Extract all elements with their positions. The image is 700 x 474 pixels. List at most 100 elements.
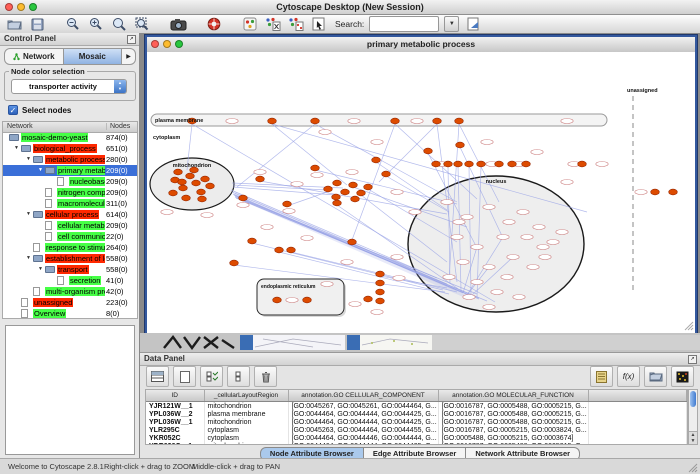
- network-node-unfilled[interactable]: [491, 290, 503, 295]
- network-node[interactable]: [364, 184, 373, 190]
- open-icon[interactable]: [5, 16, 23, 32]
- network-node-unfilled[interactable]: [457, 260, 469, 265]
- network-label[interactable]: Overview: [33, 309, 66, 318]
- network-node-unfilled[interactable]: [453, 220, 465, 225]
- network-node[interactable]: [206, 183, 215, 189]
- table-row[interactable]: YDR039C__1mitochondrion[GO:0044464, GO:0…: [146, 442, 687, 445]
- network-node[interactable]: [303, 297, 312, 303]
- network-node[interactable]: [522, 161, 531, 167]
- attribute-batch-icon[interactable]: [590, 366, 613, 387]
- network-node[interactable]: [456, 142, 465, 148]
- minimize-icon[interactable]: [17, 3, 25, 11]
- tree-row[interactable]: multi-organism pro42(0): [3, 286, 137, 297]
- expand-arrow-icon[interactable]: ▼: [38, 266, 43, 272]
- annotation-icon[interactable]: [310, 16, 328, 32]
- network-node-unfilled[interactable]: [517, 210, 529, 215]
- tree-row[interactable]: ▼establishment of lo558(0): [3, 253, 137, 264]
- window-resize-grip[interactable]: [688, 463, 698, 473]
- network-node[interactable]: [169, 190, 178, 196]
- expand-arrow-icon[interactable]: ▼: [14, 145, 19, 151]
- scrollbar-thumb[interactable]: [690, 391, 696, 407]
- network-node-unfilled[interactable]: [533, 225, 545, 230]
- expand-arrow-icon[interactable]: ▼: [26, 255, 31, 261]
- network-node-unfilled[interactable]: [291, 182, 303, 187]
- network-label[interactable]: multi-organism pro: [45, 287, 105, 296]
- network-node[interactable]: [182, 195, 191, 201]
- network-node-unfilled[interactable]: [341, 260, 353, 265]
- close-icon[interactable]: [5, 3, 13, 11]
- table-scrollbar[interactable]: ▲▼: [688, 389, 698, 445]
- table-row[interactable]: YPL036W__2plasma membrane[GO:0044464, GO…: [146, 410, 687, 418]
- network-node[interactable]: [324, 186, 333, 192]
- network-node-unfilled[interactable]: [481, 140, 493, 145]
- tree-row[interactable]: response to stimulu264(0): [3, 242, 137, 253]
- network-edge[interactable]: [233, 185, 327, 190]
- delete-attribute-icon[interactable]: [254, 366, 277, 387]
- network-node-unfilled[interactable]: [471, 245, 483, 250]
- network-node-unfilled[interactable]: [371, 310, 383, 315]
- tree-row[interactable]: secretion41(0): [3, 275, 137, 286]
- table-row[interactable]: YLR295Ccytoplasm[GO:0045263, GO:0044464,…: [146, 426, 687, 434]
- network-node[interactable]: [348, 239, 357, 245]
- network-node-unfilled[interactable]: [261, 225, 273, 230]
- network-node[interactable]: [333, 180, 342, 186]
- network-node-unfilled[interactable]: [501, 275, 513, 280]
- network-node-unfilled[interactable]: [471, 280, 483, 285]
- network-label[interactable]: cellular process: [45, 210, 99, 219]
- network-node-unfilled[interactable]: [254, 170, 266, 175]
- network-node[interactable]: [376, 271, 385, 277]
- network-node[interactable]: [273, 297, 282, 303]
- unselect-attributes-icon[interactable]: [227, 366, 250, 387]
- network-edge[interactable]: [237, 124, 315, 187]
- network-label[interactable]: nitrogen compo: [57, 188, 105, 197]
- network-edge[interactable]: [287, 192, 327, 206]
- network-label[interactable]: biological_process: [33, 144, 97, 153]
- tree-row[interactable]: nitrogen compo209(0): [3, 187, 137, 198]
- table-row[interactable]: YPL036W__1mitochondrion[GO:0044464, GO:0…: [146, 418, 687, 426]
- table-row[interactable]: YJR121W__1mitochondrion[GO:0045267, GO:0…: [146, 402, 687, 411]
- scrollbar-arrows[interactable]: ▲▼: [689, 431, 697, 444]
- network-node[interactable]: [444, 161, 453, 167]
- network-node[interactable]: [433, 118, 442, 124]
- network-node-unfilled[interactable]: [503, 220, 515, 225]
- network-node[interactable]: [287, 247, 296, 253]
- select-nodes-checkbox[interactable]: ✓: [8, 105, 18, 115]
- expand-arrow-icon[interactable]: ▼: [26, 211, 31, 217]
- tree-row[interactable]: cellular metabo209(0): [3, 220, 137, 231]
- network-node-unfilled[interactable]: [521, 235, 533, 240]
- network-edge[interactable]: [272, 124, 347, 185]
- network-node-unfilled[interactable]: [556, 230, 568, 235]
- network-node[interactable]: [495, 161, 504, 167]
- network-node[interactable]: [197, 189, 206, 195]
- network-node-unfilled[interactable]: [348, 119, 360, 124]
- network-node[interactable]: [376, 298, 385, 304]
- tree-row[interactable]: cell communicat22(0): [3, 231, 137, 242]
- column-header[interactable]: annotation.GO MOLECULAR_FUNCTION: [438, 390, 588, 402]
- network-node[interactable]: [248, 238, 257, 244]
- network-overview-panel[interactable]: [5, 325, 135, 455]
- network-node[interactable]: [268, 118, 277, 124]
- app-titlebar[interactable]: Cytoscape Desktop (New Session): [0, 0, 700, 15]
- apply-layout-icon[interactable]: [264, 16, 282, 32]
- network-node[interactable]: [454, 161, 463, 167]
- network-label[interactable]: establishment of lo: [45, 254, 105, 263]
- network-node-unfilled[interactable]: [483, 305, 495, 310]
- close-icon[interactable]: [151, 40, 159, 48]
- canvas-resize-grip[interactable]: [685, 322, 693, 330]
- network-node-unfilled[interactable]: [596, 162, 608, 167]
- network-node[interactable]: [275, 247, 284, 253]
- network-node[interactable]: [477, 161, 486, 167]
- tree-row[interactable]: Overview8(0): [3, 308, 137, 319]
- network-node-unfilled[interactable]: [531, 150, 543, 155]
- tab-network[interactable]: Network: [5, 49, 64, 64]
- network-node-unfilled[interactable]: [443, 275, 455, 280]
- expand-arrow-icon[interactable]: ▼: [38, 167, 43, 173]
- network-node-unfilled[interactable]: [391, 190, 403, 195]
- network-node[interactable]: [198, 196, 207, 202]
- tree-col-network[interactable]: Network: [7, 123, 33, 130]
- network-node-unfilled[interactable]: [371, 140, 383, 145]
- tree-row[interactable]: ▼biological_process651(0): [3, 143, 137, 154]
- network-node-unfilled[interactable]: [226, 119, 238, 124]
- tab-overflow-icon[interactable]: ▶: [122, 49, 135, 64]
- zoom-window-icon[interactable]: [29, 3, 37, 11]
